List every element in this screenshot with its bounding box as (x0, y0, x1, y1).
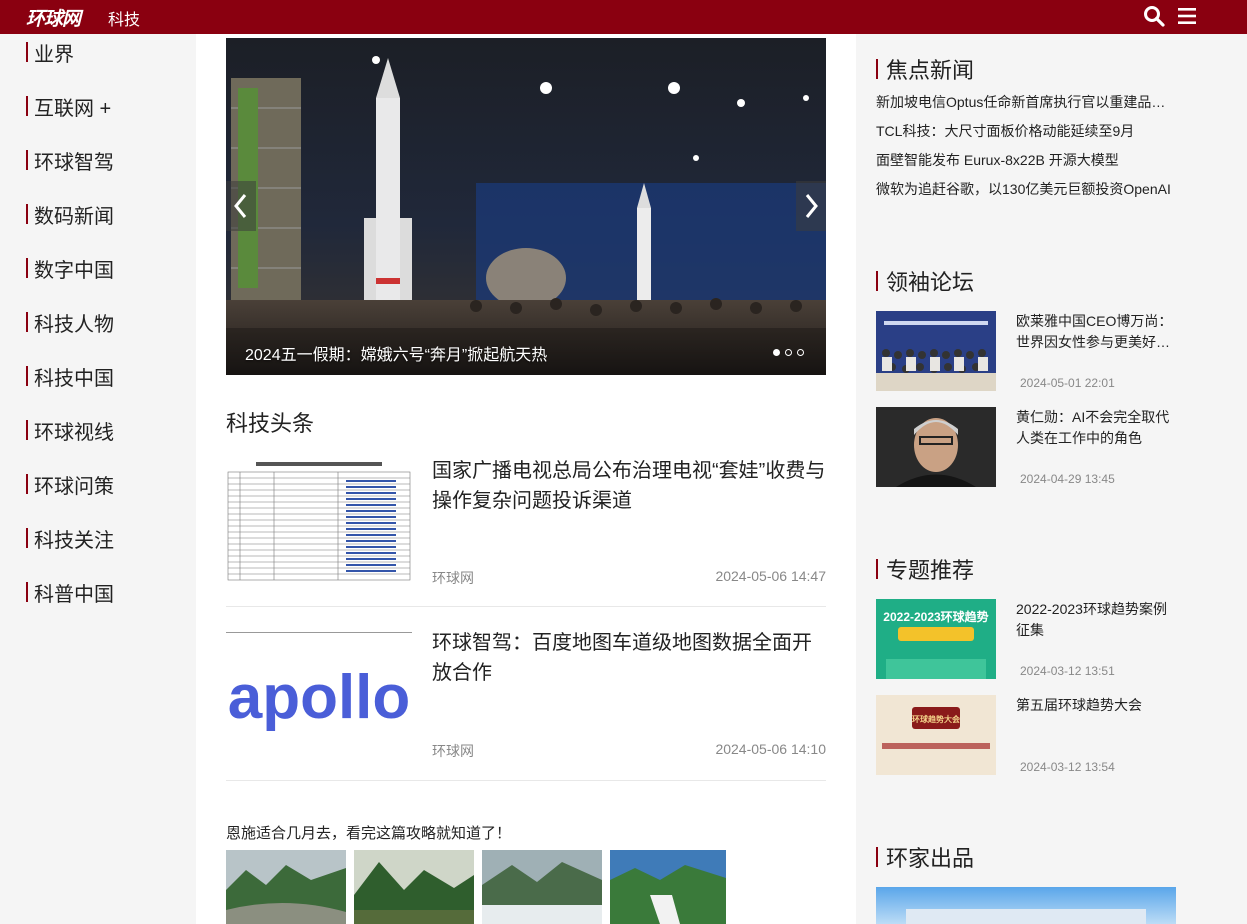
heading-marker (876, 59, 878, 79)
heading-label: 领袖论坛 (886, 270, 975, 295)
hero-slide-image[interactable] (226, 38, 826, 375)
section-title-headlines: 科技头条 (226, 411, 315, 436)
heading-label: 焦点新闻 (886, 58, 975, 83)
nav-label: 环球问策 (34, 475, 114, 498)
nav-label: 数码新闻 (34, 205, 114, 228)
leaders-forum-thumbnail[interactable] (876, 311, 996, 391)
leaders-forum-time: 2024-04-29 13:45 (1020, 472, 1115, 486)
promo-image[interactable] (610, 850, 726, 924)
site-logo[interactable]: 环球网 (26, 4, 81, 31)
nav-item-tech-people[interactable]: 科技人物 (26, 309, 114, 336)
nav-marker (26, 42, 28, 62)
nav-label: 科技关注 (34, 529, 114, 552)
news-title[interactable]: 国家广播电视总局公布治理电视“套娃”收费与操作复杂问题投诉渠道 (432, 456, 828, 516)
channel-link[interactable]: 科技 (108, 6, 140, 30)
promo-image[interactable] (482, 850, 602, 924)
special-topic-time: 2024-03-12 13:54 (1020, 760, 1115, 774)
news-thumbnail-apollo[interactable]: apollo (226, 632, 412, 757)
promo-image[interactable] (226, 850, 346, 924)
nav-marker (26, 528, 28, 548)
apollo-logo-text: apollo (228, 663, 411, 732)
leaders-forum-time: 2024-05-01 22:01 (1020, 376, 1115, 390)
divider (226, 780, 826, 781)
nav-label: 数字中国 (34, 259, 114, 282)
nav-item-policy[interactable]: 环球问策 (26, 471, 114, 498)
nav-item-science-china[interactable]: 科普中国 (26, 579, 114, 606)
focus-news-link[interactable]: 新加坡电信Optus任命新首席执行官以重建品牌声誉 (876, 92, 1176, 112)
nav-marker (26, 312, 28, 332)
chevron-left-icon (234, 194, 247, 218)
news-title[interactable]: 环球智驾：百度地图车道级地图数据全面开放合作 (432, 628, 828, 688)
slider-dot[interactable] (785, 349, 792, 356)
slider-dots (773, 349, 804, 356)
search-icon[interactable] (1143, 5, 1165, 27)
promo-image[interactable] (354, 850, 474, 924)
leaders-forum-title[interactable]: 欧莱雅中国CEO博万尚：世界因女性参与更美好… (1016, 311, 1176, 353)
nav-marker (26, 204, 28, 224)
slider-dot[interactable] (797, 349, 804, 356)
nav-label: 环球视线 (34, 421, 114, 444)
huanjia-heading: 环家出品 (876, 841, 974, 873)
topic-emblem-text: 环球趋势大会 (912, 714, 960, 724)
heading-marker (876, 559, 878, 579)
nav-label: 业界 (34, 43, 74, 66)
nav-marker (26, 474, 28, 494)
nav-item-industry[interactable]: 业界 (26, 39, 74, 66)
nav-item-smart-driving[interactable]: 环球智驾 (26, 147, 114, 174)
menu-icon[interactable] (1177, 6, 1197, 26)
nav-label: 环球智驾 (34, 151, 114, 174)
nav-item-internet-plus[interactable]: 互联网 + (26, 93, 112, 120)
slider-prev-button[interactable] (226, 181, 256, 231)
slider-next-button[interactable] (796, 181, 826, 231)
focus-news-link[interactable]: 微软为追赶谷歌，以130亿美元巨额投资OpenAI (876, 179, 1176, 199)
slider-dot[interactable] (773, 349, 780, 356)
nav-marker (26, 582, 28, 602)
focus-news-link[interactable]: TCL科技：大尺寸面板价格动能延续至9月 (876, 121, 1176, 141)
divider (226, 606, 826, 607)
nav-label: 互联网 + (34, 97, 112, 120)
special-topic-time: 2024-03-12 13:51 (1020, 664, 1115, 678)
topic-banner-text: 2022-2023环球趋势 (883, 609, 988, 624)
focus-news-link[interactable]: 面壁智能发布 Eurux-8x22B 开源大模型 (876, 150, 1176, 170)
top-navbar: 环球网 科技 (0, 0, 1247, 34)
special-topics-heading: 专题推荐 (876, 553, 974, 585)
news-time: 2024-05-06 14:10 (715, 741, 826, 757)
nav-item-tech-china[interactable]: 科技中国 (26, 363, 114, 390)
nav-marker (26, 366, 28, 386)
nav-marker (26, 420, 28, 440)
special-topic-title[interactable]: 2022-2023环球趋势案例征集 (1016, 599, 1176, 641)
heading-label: 环家出品 (886, 846, 975, 871)
nav-marker (26, 258, 28, 278)
nav-item-tech-focus[interactable]: 科技关注 (26, 525, 114, 552)
news-source: 环球网 (432, 743, 474, 759)
slide-caption[interactable]: 2024五一假期：嫦娥六号“奔月”掀起航天热 (245, 341, 547, 365)
huanjia-image[interactable] (876, 887, 1176, 924)
heading-marker (876, 271, 878, 291)
leaders-forum-title[interactable]: 黄仁勋：AI不会完全取代人类在工作中的角色 (1016, 407, 1176, 449)
focus-news-heading: 焦点新闻 (876, 53, 974, 85)
special-topic-thumbnail[interactable]: 2022-2023环球趋势 (876, 599, 996, 679)
heading-marker (876, 847, 878, 867)
special-topic-title[interactable]: 第五届环球趋势大会 (1016, 695, 1176, 716)
nav-item-digital-news[interactable]: 数码新闻 (26, 201, 114, 228)
promo-link[interactable]: 恩施适合几月去，看完这篇攻略就知道了！ (226, 822, 511, 843)
nav-item-global-view[interactable]: 环球视线 (26, 417, 114, 444)
leaders-forum-thumbnail[interactable] (876, 407, 996, 487)
special-topic-thumbnail[interactable]: 环球趋势大会 (876, 695, 996, 775)
leaders-forum-heading: 领袖论坛 (876, 265, 974, 297)
nav-label: 科技人物 (34, 313, 114, 336)
nav-marker (26, 150, 28, 170)
news-thumbnail[interactable] (226, 458, 412, 582)
chevron-right-icon (805, 194, 818, 218)
nav-marker (26, 96, 28, 116)
nav-label: 科普中国 (34, 583, 114, 606)
heading-label: 专题推荐 (886, 558, 975, 583)
news-source: 环球网 (432, 570, 474, 586)
nav-item-digital-china[interactable]: 数字中国 (26, 255, 114, 282)
news-time: 2024-05-06 14:47 (715, 568, 826, 584)
nav-label: 科技中国 (34, 367, 114, 390)
